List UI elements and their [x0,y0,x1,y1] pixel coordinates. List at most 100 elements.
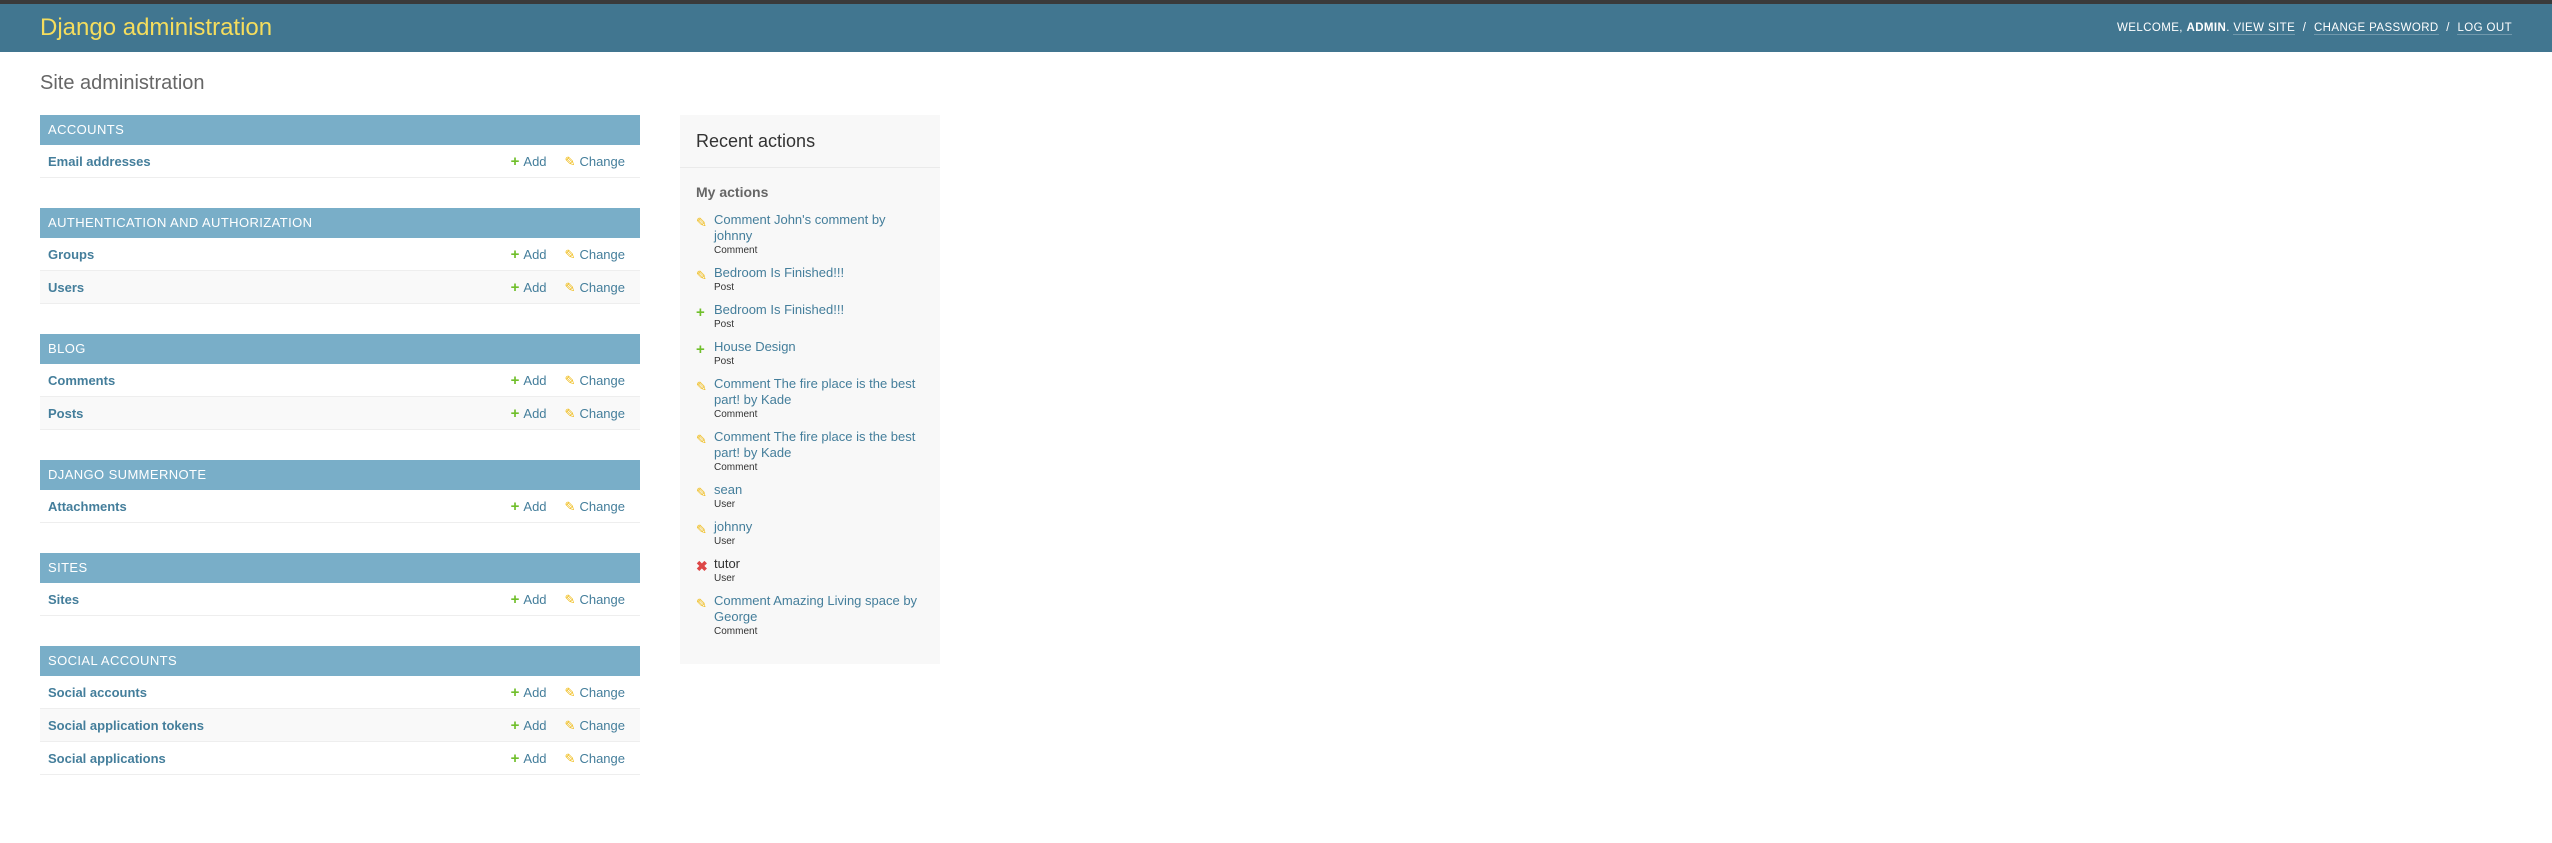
pencil-icon: ✎ [564,405,576,421]
welcome-text: WELCOME, [2117,22,2183,34]
model-link[interactable]: Posts [48,406,493,421]
pencil-icon: ✎ [696,268,707,283]
model-link[interactable]: Social application tokens [48,718,493,733]
change-button[interactable]: ✎ Change [565,751,625,766]
recent-action-type: Post [714,356,735,367]
change-button[interactable]: ✎ Change [565,154,625,169]
add-button[interactable]: + Add [511,373,547,388]
add-button[interactable]: + Add [511,154,547,169]
add-button[interactable]: + Add [511,592,547,607]
recent-action-type: Post [714,282,735,293]
add-button[interactable]: + Add [511,247,547,262]
recent-action-title[interactable]: Bedroom Is Finished!!! [714,302,924,318]
pencil-icon: ✎ [564,279,576,295]
add-button[interactable]: + Add [511,280,547,295]
model-link[interactable]: Comments [48,373,493,388]
recent-action-type: Comment [714,409,758,420]
recent-action-title[interactable]: House Design [714,339,924,355]
separator: / [2446,22,2450,34]
recent-action-body: Comment Amazing Living space by George Co… [714,593,924,637]
site-branding[interactable]: Django administration [40,14,272,42]
model-row-posts: Posts + Add ✎ Change [40,397,640,430]
model-row-comments: Comments + Add ✎ Change [40,364,640,397]
module-caption[interactable]: Accounts [40,115,640,145]
change-button[interactable]: ✎ Change [565,592,625,607]
add-button[interactable]: + Add [511,499,547,514]
recent-action-item: ✎ Comment Amazing Living space by George C… [696,593,924,637]
recent-action-title[interactable]: sean [714,482,924,498]
add-button[interactable]: + Add [511,718,547,733]
recent-action-title[interactable]: Comment Amazing Living space by George [714,593,924,625]
recent-action-title: tutor [714,556,741,571]
model-link[interactable]: Sites [48,592,493,607]
recent-action-body: Comment The fire place is the best part!… [714,376,924,420]
model-link[interactable]: Users [48,280,493,295]
recent-action-item: ✎ Comment The fire place is the best part… [696,376,924,420]
model-link[interactable]: Social accounts [48,685,493,700]
recent-action-item: ✎ Comment John's comment by johnny Comment [696,212,924,256]
recent-action-type: User [714,573,736,584]
plus-icon: + [510,749,520,767]
model-row-email-addresses: Email addresses + Add ✎ Change [40,145,640,178]
recent-action-title[interactable]: Comment The fire place is the best part!… [714,429,924,461]
change-button[interactable]: ✎ Change [565,280,625,295]
recent-action-title[interactable]: Comment The fire place is the best part!… [714,376,924,408]
recent-action-title[interactable]: johnny [714,519,924,535]
pencil-icon: ✎ [696,215,707,230]
add-button[interactable]: + Add [511,751,547,766]
add-button[interactable]: + Add [511,406,547,421]
recent-action-title[interactable]: Comment John's comment by johnny [714,212,924,244]
plus-icon: + [510,497,520,515]
model-link[interactable]: Attachments [48,499,493,514]
recent-action-body: sean User [714,482,924,510]
change-button[interactable]: ✎ Change [565,718,625,733]
module-caption[interactable]: Authentication and Authorization [40,208,640,238]
add-label: Add [523,717,547,733]
add-label: Add [523,591,547,607]
module-caption[interactable]: Blog [40,334,640,364]
change-button[interactable]: ✎ Change [565,373,625,388]
recent-action-item: + Bedroom Is Finished!!! Post [696,302,924,330]
pencil-icon: ✎ [696,522,707,537]
recent-action-item: ✎ sean User [696,482,924,510]
change-button[interactable]: ✎ Change [565,247,625,262]
model-row-social-accounts: Social accounts + Add ✎ Change [40,676,640,709]
plus-icon: + [510,590,520,608]
app-list: Accounts Email addresses + Add ✎ Change Authen… [40,115,640,805]
change-button[interactable]: ✎ Change [565,406,625,421]
recent-action-item: + House Design Post [696,339,924,367]
model-link[interactable]: Social applications [48,751,493,766]
add-label: Add [523,372,547,388]
recent-action-type: Comment [714,462,758,473]
module-caption[interactable]: Social Accounts [40,646,640,676]
recent-action-title[interactable]: Bedroom Is Finished!!! [714,265,924,281]
recent-action-type: Comment [714,626,758,637]
recent-action-item: ✎ Bedroom Is Finished!!! Post [696,265,924,293]
model-link[interactable]: Email addresses [48,154,493,169]
recent-action-type: Comment [714,245,758,256]
change-button[interactable]: ✎ Change [565,499,625,514]
model-row-sites: Sites + Add ✎ Change [40,583,640,616]
add-label: Add [523,279,547,295]
change-label: Change [579,279,625,295]
change-password-link[interactable]: CHANGE PASSWORD [2313,22,2439,35]
add-button[interactable]: + Add [511,685,547,700]
plus-icon: + [696,304,705,321]
recent-action-item: ✎ Comment The fire place is the best part… [696,429,924,473]
log-out-link[interactable]: LOG OUT [2457,22,2512,35]
module-caption[interactable]: Django Summernote [40,460,640,490]
app-module-authentication-and-authorization: Authentication and Authorization Groups + A… [40,208,640,304]
add-label: Add [523,153,547,169]
plus-icon: + [510,278,520,296]
change-label: Change [579,153,625,169]
header: Django administration WELCOME, ADMIN. VI… [0,4,2552,52]
recent-action-body: House Design Post [714,339,924,367]
pencil-icon: ✎ [564,498,576,514]
change-button[interactable]: ✎ Change [565,685,625,700]
recent-actions-list: ✎ Comment John's comment by johnny Comment… [680,212,940,637]
view-site-link[interactable]: VIEW SITE [2233,22,2296,35]
model-link[interactable]: Groups [48,247,493,262]
module-caption[interactable]: Sites [40,553,640,583]
pencil-icon: ✎ [564,591,576,607]
recent-action-body: Bedroom Is Finished!!! Post [714,265,924,293]
